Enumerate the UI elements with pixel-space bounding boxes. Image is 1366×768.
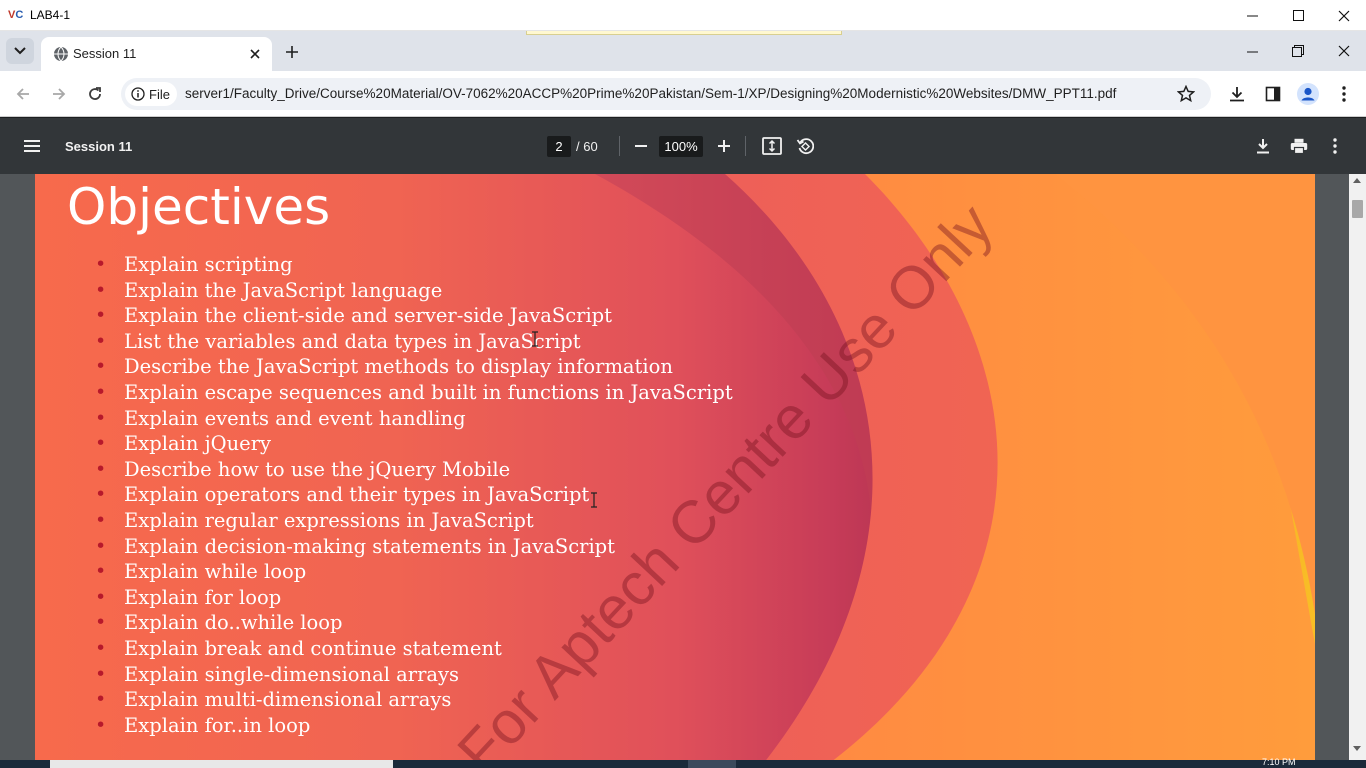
star-icon (1177, 85, 1195, 103)
toolbar-divider (619, 136, 620, 156)
slide-heading: Objectives (67, 178, 331, 236)
scroll-up-arrow-icon[interactable] (1353, 178, 1361, 183)
page-total-label: / 60 (576, 139, 598, 154)
zoom-level-input[interactable]: 100% (659, 136, 703, 157)
objective-item: Describe how to use the jQuery Mobile (95, 457, 733, 483)
close-icon (1338, 45, 1350, 57)
vm-maximize-button[interactable] (1275, 0, 1321, 31)
objective-item: Explain for..in loop (95, 713, 733, 739)
objective-item: Explain events and event handling (95, 406, 733, 432)
taskbar-search-box[interactable] (50, 760, 393, 768)
new-tab-button[interactable] (280, 40, 304, 64)
pdf-sidebar-toggle-button[interactable] (20, 134, 44, 158)
site-chip-label: File (149, 86, 170, 102)
vm-connection-bar[interactable] (526, 31, 842, 35)
close-icon (250, 49, 260, 59)
toolbar-divider (745, 136, 746, 156)
vm-minimize-button[interactable] (1229, 0, 1275, 31)
pdf-more-actions-button[interactable] (1323, 134, 1347, 158)
scrollbar-thumb[interactable] (1352, 200, 1363, 218)
side-panel-icon (1265, 86, 1281, 102)
scroll-down-arrow-icon[interactable] (1353, 746, 1361, 751)
pdf-print-button[interactable] (1287, 134, 1311, 158)
minimize-icon (1246, 51, 1258, 52)
downloads-button[interactable] (1223, 80, 1251, 108)
more-vertical-icon (1333, 138, 1337, 154)
objective-item: Explain escape sequences and built in fu… (95, 380, 733, 406)
vm-window-titlebar: VC LAB4-1 (0, 0, 1366, 31)
address-bar[interactable]: File server1/Faculty_Drive/Course%20Mate… (121, 78, 1211, 110)
vm-close-button[interactable] (1321, 0, 1366, 31)
zoom-out-button[interactable] (629, 134, 653, 158)
objectives-list: Explain scripting Explain the JavaScript… (95, 252, 733, 739)
zoom-in-button[interactable] (712, 134, 736, 158)
globe-icon (54, 46, 68, 62)
os-taskbar: 7:10 PM (0, 757, 1366, 768)
reload-button[interactable] (81, 80, 109, 108)
hamburger-menu-icon (24, 140, 40, 152)
close-icon (1338, 10, 1350, 21)
objective-item: Explain break and continue statement (95, 636, 733, 662)
chevron-down-icon (14, 47, 26, 55)
tab-close-button[interactable] (247, 46, 263, 62)
minimize-icon (1246, 15, 1258, 17)
tab-search-button[interactable] (6, 38, 34, 64)
browser-toolbar: File server1/Faculty_Drive/Course%20Mate… (0, 71, 1366, 117)
fit-page-icon (762, 137, 782, 155)
info-icon (131, 87, 145, 101)
download-icon (1230, 87, 1244, 102)
browser-menu-button[interactable] (1330, 80, 1358, 108)
text-cursor-icon (532, 331, 538, 347)
vertical-scrollbar[interactable] (1349, 174, 1366, 760)
objective-item: Explain jQuery (95, 431, 733, 457)
objective-item: Explain multi-dimensional arrays (95, 687, 733, 713)
vm-app-logo-icon: VC (8, 9, 24, 21)
page-number-input[interactable]: 2 (547, 136, 571, 157)
reload-icon (89, 87, 101, 100)
browser-restore-button[interactable] (1275, 31, 1321, 71)
text-cursor-icon (591, 492, 597, 508)
pdf-download-button[interactable] (1251, 134, 1275, 158)
arrow-right-icon (53, 88, 66, 100)
pdf-document-title: Session 11 (65, 139, 133, 154)
pdf-toolbar: Session 11 2 / 60 100% (0, 118, 1366, 174)
browser-tab-strip: Session 11 (0, 31, 1366, 71)
maximize-icon (1292, 10, 1304, 21)
minus-icon (635, 145, 647, 147)
rotate-button[interactable] (793, 134, 817, 158)
objective-item: List the variables and data types in Jav… (95, 329, 733, 355)
fit-to-page-button[interactable] (760, 134, 784, 158)
pdf-page-slide: Objectives Explain scripting Explain the… (35, 174, 1315, 760)
arrow-left-icon (16, 88, 29, 100)
more-vertical-icon (1342, 86, 1346, 102)
back-button[interactable] (9, 80, 37, 108)
plus-icon (718, 140, 730, 152)
objective-item: Explain scripting (95, 252, 733, 278)
objective-item: Explain single-dimensional arrays (95, 662, 733, 688)
site-info-chip[interactable]: File (125, 82, 177, 106)
profile-button[interactable] (1294, 80, 1322, 108)
tab-title: Session 11 (73, 46, 137, 61)
objective-item: Explain the client-side and server-side … (95, 303, 733, 329)
browser-minimize-button[interactable] (1229, 31, 1275, 71)
url-text[interactable]: server1/Faculty_Drive/Course%20Material/… (185, 86, 1116, 101)
rotate-icon (796, 138, 814, 155)
taskbar-clock[interactable]: 7:10 PM (1262, 757, 1296, 767)
pdf-viewport[interactable]: Objectives Explain scripting Explain the… (0, 174, 1349, 760)
bookmark-button[interactable] (1175, 83, 1197, 105)
browser-tab-active[interactable]: Session 11 (41, 37, 272, 71)
side-panel-button[interactable] (1259, 80, 1287, 108)
restore-icon (1292, 45, 1304, 57)
objective-item: Explain operators and their types in Jav… (95, 482, 733, 508)
plus-icon (286, 46, 298, 58)
objective-item: Explain the JavaScript language (95, 278, 733, 304)
taskbar-active-app[interactable] (688, 760, 736, 768)
objective-item: Describe the JavaScript methods to displ… (95, 354, 733, 380)
vm-window-title: LAB4-1 (30, 8, 71, 22)
printer-icon (1290, 138, 1308, 154)
browser-close-button[interactable] (1321, 31, 1366, 71)
forward-button[interactable] (45, 80, 73, 108)
download-icon (1257, 139, 1269, 154)
avatar-icon (1297, 83, 1319, 105)
